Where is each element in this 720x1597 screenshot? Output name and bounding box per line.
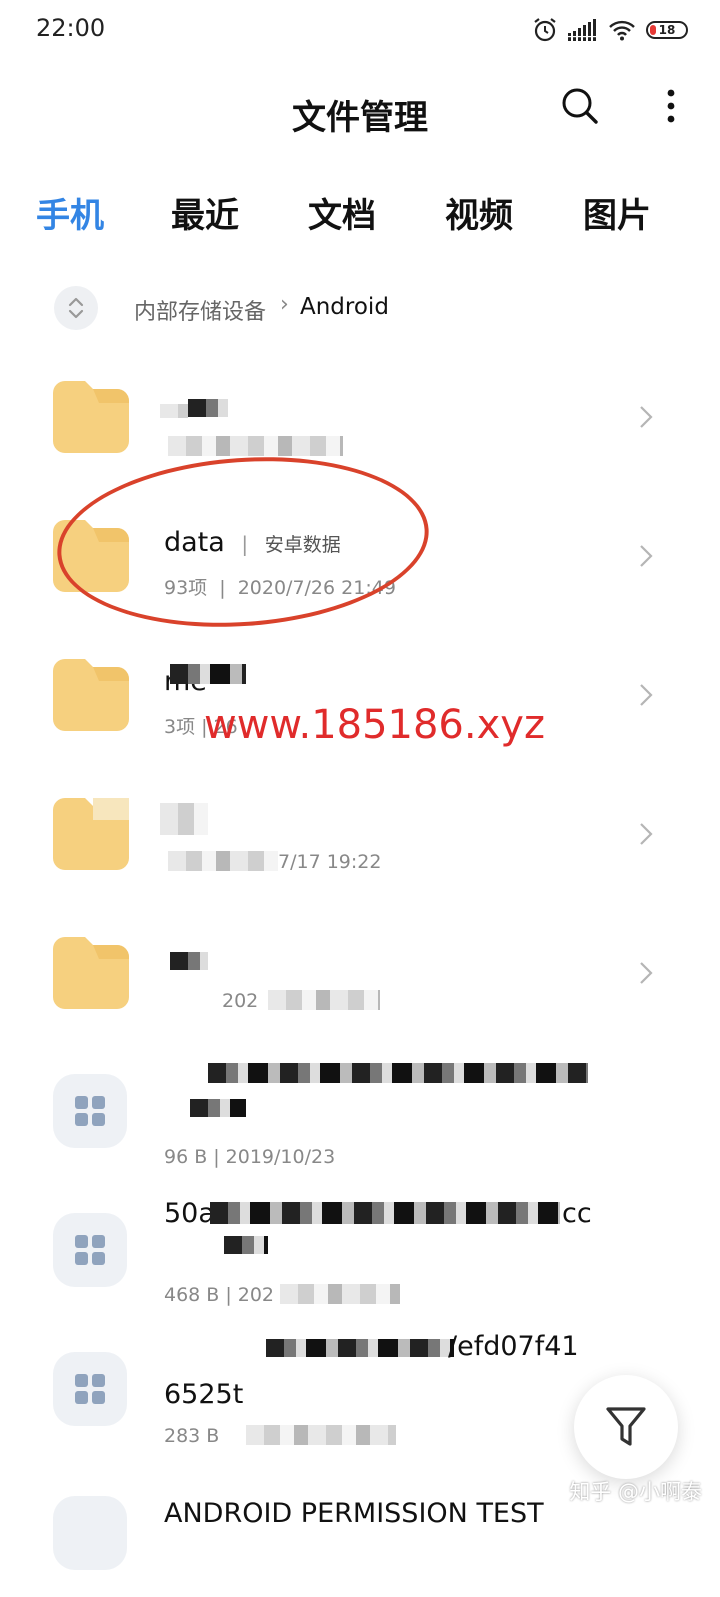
battery-level: 18 — [658, 23, 676, 37]
status-icons: 18 — [532, 14, 688, 46]
filter-button[interactable] — [574, 1375, 678, 1479]
item-name-tail: cc — [562, 1198, 592, 1229]
folder-icon — [53, 798, 129, 870]
apps-icon — [75, 1235, 105, 1265]
breadcrumb-toggle-button[interactable] — [54, 286, 98, 330]
chevron-right-icon — [640, 406, 653, 428]
chevron-right-icon — [640, 823, 653, 845]
file-icon — [53, 1352, 127, 1426]
filter-icon — [606, 1407, 646, 1446]
item-name-line2: 6525t — [164, 1379, 244, 1410]
alarm-icon — [534, 18, 556, 42]
list-item[interactable] — [0, 346, 720, 485]
item-meta: 96 B | 2019/10/23 — [164, 1146, 336, 1168]
category-tabs: 手机 最近 文档 视频 图片 — [0, 188, 720, 248]
list-item[interactable]: 96 B | 2019/10/23 — [0, 1041, 720, 1180]
status-time: 22:00 — [36, 14, 106, 42]
battery-icon: 18 — [646, 21, 688, 39]
search-icon[interactable] — [558, 84, 602, 128]
item-name: ANDROID PERMISSION TEST — [164, 1498, 544, 1529]
apps-icon — [75, 1374, 105, 1404]
list-item[interactable]: 202 — [0, 902, 720, 1041]
list-item[interactable]: 7/17 19:22 — [0, 763, 720, 902]
page-title: 文件管理 — [292, 98, 428, 138]
tab-images[interactable]: 图片 — [583, 188, 651, 237]
file-icon — [53, 1074, 127, 1148]
item-meta: 7/17 19:22 — [278, 851, 382, 873]
tab-recent[interactable]: 最近 — [171, 188, 239, 237]
breadcrumb-current: Android — [300, 294, 389, 320]
breadcrumb-separator: › — [280, 292, 289, 317]
list-item[interactable]: 50a cc 468 B | 202 — [0, 1180, 720, 1319]
expand-collapse-icon — [68, 297, 84, 319]
item-meta: 283 B — [164, 1425, 220, 1447]
file-icon — [53, 1213, 127, 1287]
tab-videos[interactable]: 视频 — [445, 188, 513, 237]
watermark-credit: 知乎 @小啊泰 — [569, 1480, 702, 1504]
more-vertical-icon[interactable] — [656, 84, 686, 128]
chevron-right-icon — [640, 962, 653, 984]
wifi-icon — [609, 20, 635, 41]
folder-icon — [53, 381, 129, 453]
item-meta: 202 — [222, 990, 259, 1012]
tab-phone[interactable]: 手机 — [36, 188, 104, 237]
tab-documents[interactable]: 文档 — [308, 188, 376, 237]
chevron-right-icon — [640, 545, 653, 567]
breadcrumb-root[interactable]: 内部存储设备 — [134, 294, 266, 326]
apps-icon — [75, 1096, 105, 1126]
item-name: /efd07f41 — [448, 1331, 579, 1362]
app-bar: 文件管理 — [0, 70, 720, 150]
file-icon — [53, 1496, 127, 1570]
item-name: 50a — [164, 1198, 215, 1229]
item-meta: 468 B | 202 — [164, 1284, 275, 1306]
folder-icon — [53, 659, 129, 731]
folder-icon — [53, 937, 129, 1009]
watermark-url: www.185186.xyz — [204, 702, 545, 748]
status-bar: 22:00 18 — [0, 0, 720, 60]
breadcrumb: 内部存储设备 › Android — [0, 284, 720, 334]
signal-icon — [568, 19, 596, 41]
chevron-right-icon — [640, 684, 653, 706]
